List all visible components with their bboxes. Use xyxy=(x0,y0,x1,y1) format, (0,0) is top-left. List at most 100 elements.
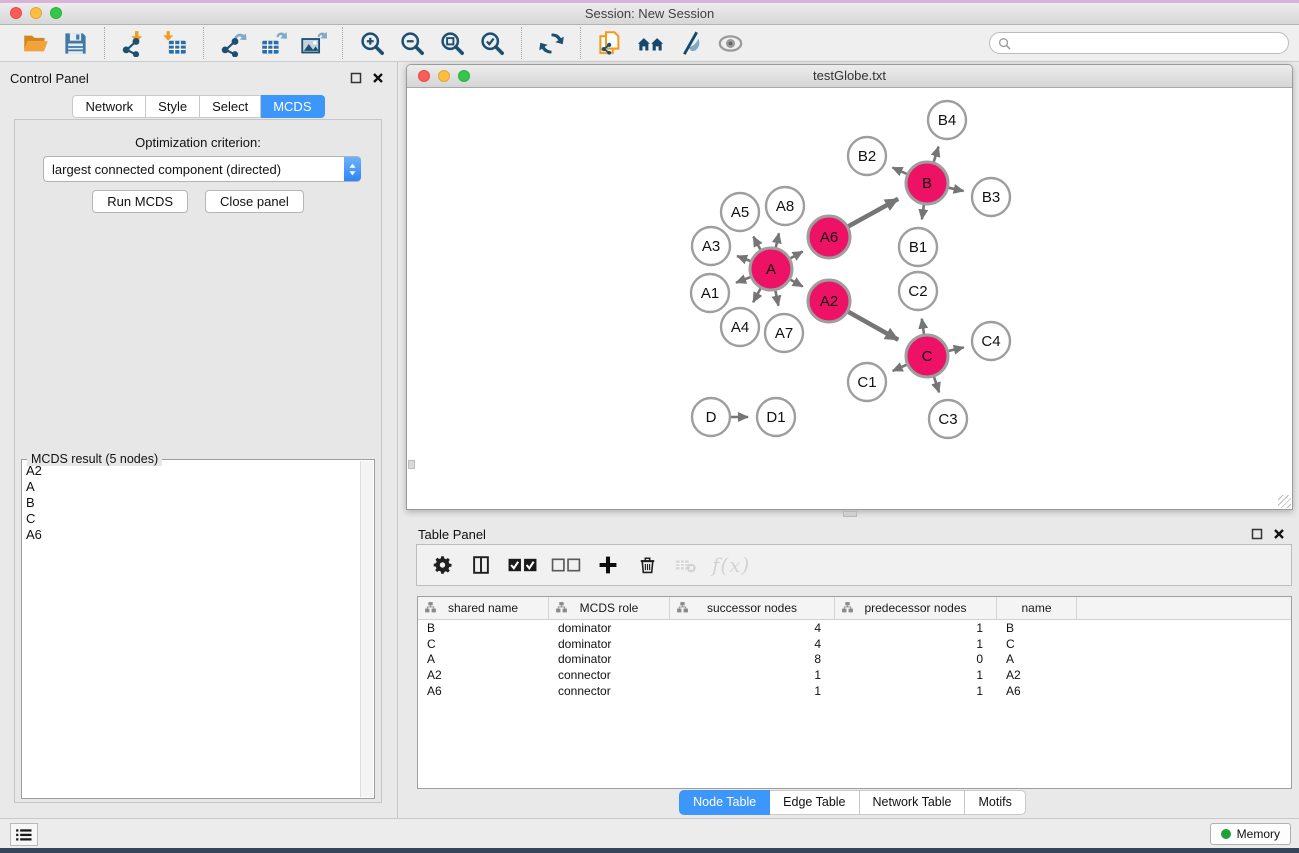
close-table-panel-icon[interactable] xyxy=(1273,528,1285,540)
search-box[interactable] xyxy=(989,32,1289,54)
refresh-icon[interactable] xyxy=(535,27,567,59)
select-all-icon[interactable] xyxy=(505,549,540,581)
minimize-network-window-button[interactable] xyxy=(438,70,450,82)
graph-edge-A-A3[interactable] xyxy=(737,256,750,261)
export-network-icon[interactable] xyxy=(217,27,249,59)
graph-node-C4[interactable]: C4 xyxy=(972,322,1010,360)
graph-node-A2[interactable]: A2 xyxy=(808,280,850,322)
splitter-grip-vertical[interactable] xyxy=(408,460,415,469)
graph-edge-C-C1[interactable] xyxy=(893,365,907,371)
tab-network[interactable]: Network xyxy=(72,95,146,118)
optimization-criterion-select[interactable]: largest connected component (directed) xyxy=(43,156,361,182)
window-resize-grip[interactable] xyxy=(1278,495,1291,508)
copy-network-style-icon[interactable] xyxy=(594,27,626,59)
column-header-predecessor-nodes[interactable]: predecessor nodes xyxy=(835,597,997,619)
columns-icon[interactable] xyxy=(466,549,496,581)
zoom-window-button[interactable] xyxy=(50,7,62,19)
tab-network-table[interactable]: Network Table xyxy=(860,790,966,815)
search-input[interactable] xyxy=(1016,35,1280,51)
graph-node-A6[interactable]: A6 xyxy=(808,216,850,258)
network-window-titlebar[interactable]: testGlobe.txt xyxy=(407,65,1292,88)
zoom-network-window-button[interactable] xyxy=(458,70,470,82)
toggle-vizmapper-icon[interactable] xyxy=(674,27,706,59)
graph-edge-C-C2[interactable] xyxy=(922,319,924,335)
column-header-successor-nodes[interactable]: successor nodes xyxy=(670,597,835,619)
graph-node-C1[interactable]: C1 xyxy=(848,363,886,401)
table-row[interactable]: Cdominator41C xyxy=(418,636,1291,652)
export-image-icon[interactable] xyxy=(297,27,329,59)
column-header-shared-name[interactable]: shared name xyxy=(418,597,549,619)
graph-node-A8[interactable]: A8 xyxy=(766,187,804,225)
graph-node-A[interactable]: A xyxy=(750,248,792,290)
table-row[interactable]: Adominator80A xyxy=(418,652,1291,668)
graph-edge-B-B3[interactable] xyxy=(949,188,964,191)
open-session-icon[interactable] xyxy=(19,27,51,59)
toggle-birdseye-icon[interactable] xyxy=(714,27,746,59)
close-window-button[interactable] xyxy=(10,7,22,19)
task-history-button[interactable] xyxy=(10,823,38,846)
graph-node-B2[interactable]: B2 xyxy=(848,137,886,175)
graph-edge-A-A7[interactable] xyxy=(775,291,778,306)
graph-node-C2[interactable]: C2 xyxy=(899,272,937,310)
delete-row-icon[interactable] xyxy=(632,549,662,581)
zoom-fit-icon[interactable] xyxy=(436,27,468,59)
graph-edge-A-A1[interactable] xyxy=(736,277,750,283)
graph-edge-B-B1[interactable] xyxy=(922,205,924,220)
graph-edge-A-A5[interactable] xyxy=(753,237,760,250)
deselect-all-icon[interactable] xyxy=(549,549,584,581)
tab-select[interactable]: Select xyxy=(200,95,261,118)
close-panel-icon[interactable] xyxy=(372,72,384,84)
close-network-window-button[interactable] xyxy=(418,70,430,82)
table-row[interactable]: A6connector11A6 xyxy=(418,683,1291,699)
table-row[interactable]: A2connector11A2 xyxy=(418,667,1291,683)
graph-edge-C-C4[interactable] xyxy=(948,347,963,351)
tab-edge-table[interactable]: Edge Table xyxy=(770,790,859,815)
import-network-icon[interactable] xyxy=(118,27,150,59)
graph-edge-C-C3[interactable] xyxy=(934,377,939,393)
graph-edge-A6-B[interactable] xyxy=(848,199,898,227)
minimize-window-button[interactable] xyxy=(30,7,42,19)
graph-node-B3[interactable]: B3 xyxy=(972,178,1010,216)
splitter-grip-horizontal[interactable] xyxy=(843,511,857,517)
network-canvas[interactable]: B4B2BB3A5A8A6B1A3AC2A1A2A4A7C4CC1C3DD1 xyxy=(407,88,1292,509)
float-table-panel-icon[interactable] xyxy=(1251,528,1263,540)
graph-edge-A-A4[interactable] xyxy=(753,288,760,302)
tab-style[interactable]: Style xyxy=(146,95,200,118)
save-session-icon[interactable] xyxy=(59,27,91,59)
graph-node-A1[interactable]: A1 xyxy=(691,274,729,312)
graph-node-D[interactable]: D xyxy=(692,398,730,436)
mcds-result-item[interactable]: C xyxy=(22,511,360,527)
graph-node-D1[interactable]: D1 xyxy=(757,398,795,436)
zoom-selected-icon[interactable] xyxy=(476,27,508,59)
mcds-result-item[interactable]: B xyxy=(22,495,360,511)
graph-edge-B-B2[interactable] xyxy=(893,168,907,175)
mcds-result-item[interactable]: A xyxy=(22,479,360,495)
graph-edge-B-B4[interactable] xyxy=(934,147,939,162)
graph-node-C[interactable]: C xyxy=(906,335,948,377)
graph-node-B4[interactable]: B4 xyxy=(928,101,966,139)
graph-node-A3[interactable]: A3 xyxy=(692,227,730,265)
graph-edge-A-A2[interactable] xyxy=(790,280,802,287)
zoom-out-icon[interactable] xyxy=(396,27,428,59)
tab-mcds[interactable]: MCDS xyxy=(261,95,324,118)
export-table-icon[interactable] xyxy=(257,27,289,59)
run-mcds-button[interactable]: Run MCDS xyxy=(92,190,188,213)
settings-icon[interactable] xyxy=(427,549,457,581)
column-header-name[interactable]: name xyxy=(997,597,1077,619)
mcds-list-scrollbar[interactable] xyxy=(360,461,373,797)
add-row-icon[interactable] xyxy=(593,549,623,581)
graph-node-A5[interactable]: A5 xyxy=(721,193,759,231)
tab-node-table[interactable]: Node Table xyxy=(679,790,770,815)
import-table-icon[interactable] xyxy=(158,27,190,59)
graph-node-A4[interactable]: A4 xyxy=(721,308,759,346)
show-all-networks-icon[interactable] xyxy=(634,27,666,59)
graph-edge-A2-C[interactable] xyxy=(848,312,898,340)
close-panel-button[interactable]: Close panel xyxy=(205,190,304,213)
graph-node-A7[interactable]: A7 xyxy=(765,314,803,352)
graph-edge-A-A8[interactable] xyxy=(776,233,779,247)
table-row[interactable]: Bdominator41B xyxy=(418,620,1291,636)
memory-button[interactable]: Memory xyxy=(1210,823,1291,845)
column-header-MCDS-role[interactable]: MCDS role xyxy=(549,597,670,619)
graph-node-C3[interactable]: C3 xyxy=(929,400,967,438)
graph-edge-A-A6[interactable] xyxy=(790,252,802,259)
